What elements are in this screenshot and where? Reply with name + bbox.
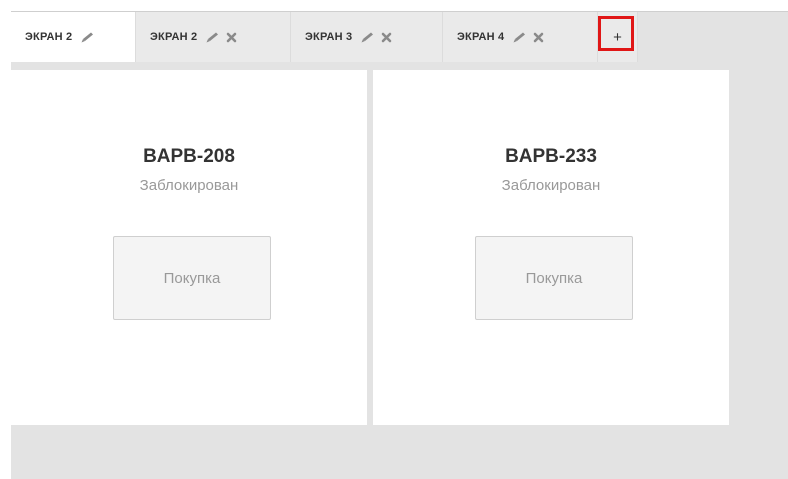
buy-button[interactable]: Покупка (475, 236, 633, 320)
device-status: Заблокирован (139, 177, 239, 194)
device-panel-1: BAPB-208 Заблокирован Покупка (11, 70, 367, 425)
app-window: ЭКРАН 2 ЭКРАН 2 ЭКРАН 3 ЭКРАН 4 + BAPB-2… (11, 11, 788, 479)
device-panel-2: BAPB-233 Заблокирован Покупка (373, 70, 729, 425)
buy-button[interactable]: Покупка (113, 236, 271, 320)
close-icon[interactable] (381, 32, 392, 43)
device-status: Заблокирован (501, 177, 601, 194)
tab-screen-2[interactable]: ЭКРАН 2 (136, 12, 291, 62)
tab-screen-2-active[interactable]: ЭКРАН 2 (11, 12, 136, 62)
tab-label: ЭКРАН 2 (150, 31, 198, 43)
close-icon[interactable] (533, 32, 544, 43)
add-tab-button[interactable]: + (598, 12, 638, 62)
tab-label: ЭКРАН 4 (457, 31, 505, 43)
tab-screen-3[interactable]: ЭКРАН 3 (291, 12, 443, 62)
pencil-icon[interactable] (79, 32, 94, 43)
pencil-icon[interactable] (204, 32, 219, 43)
tab-label: ЭКРАН 2 (25, 31, 73, 43)
tab-label: ЭКРАН 3 (305, 31, 353, 43)
device-title: BAPB-233 (505, 146, 597, 167)
device-title: BAPB-208 (143, 146, 235, 167)
pencil-icon[interactable] (359, 32, 374, 43)
close-icon[interactable] (226, 32, 237, 43)
tab-screen-4[interactable]: ЭКРАН 4 (443, 12, 598, 62)
pencil-icon[interactable] (511, 32, 526, 43)
tab-bar: ЭКРАН 2 ЭКРАН 2 ЭКРАН 3 ЭКРАН 4 + (11, 12, 638, 62)
